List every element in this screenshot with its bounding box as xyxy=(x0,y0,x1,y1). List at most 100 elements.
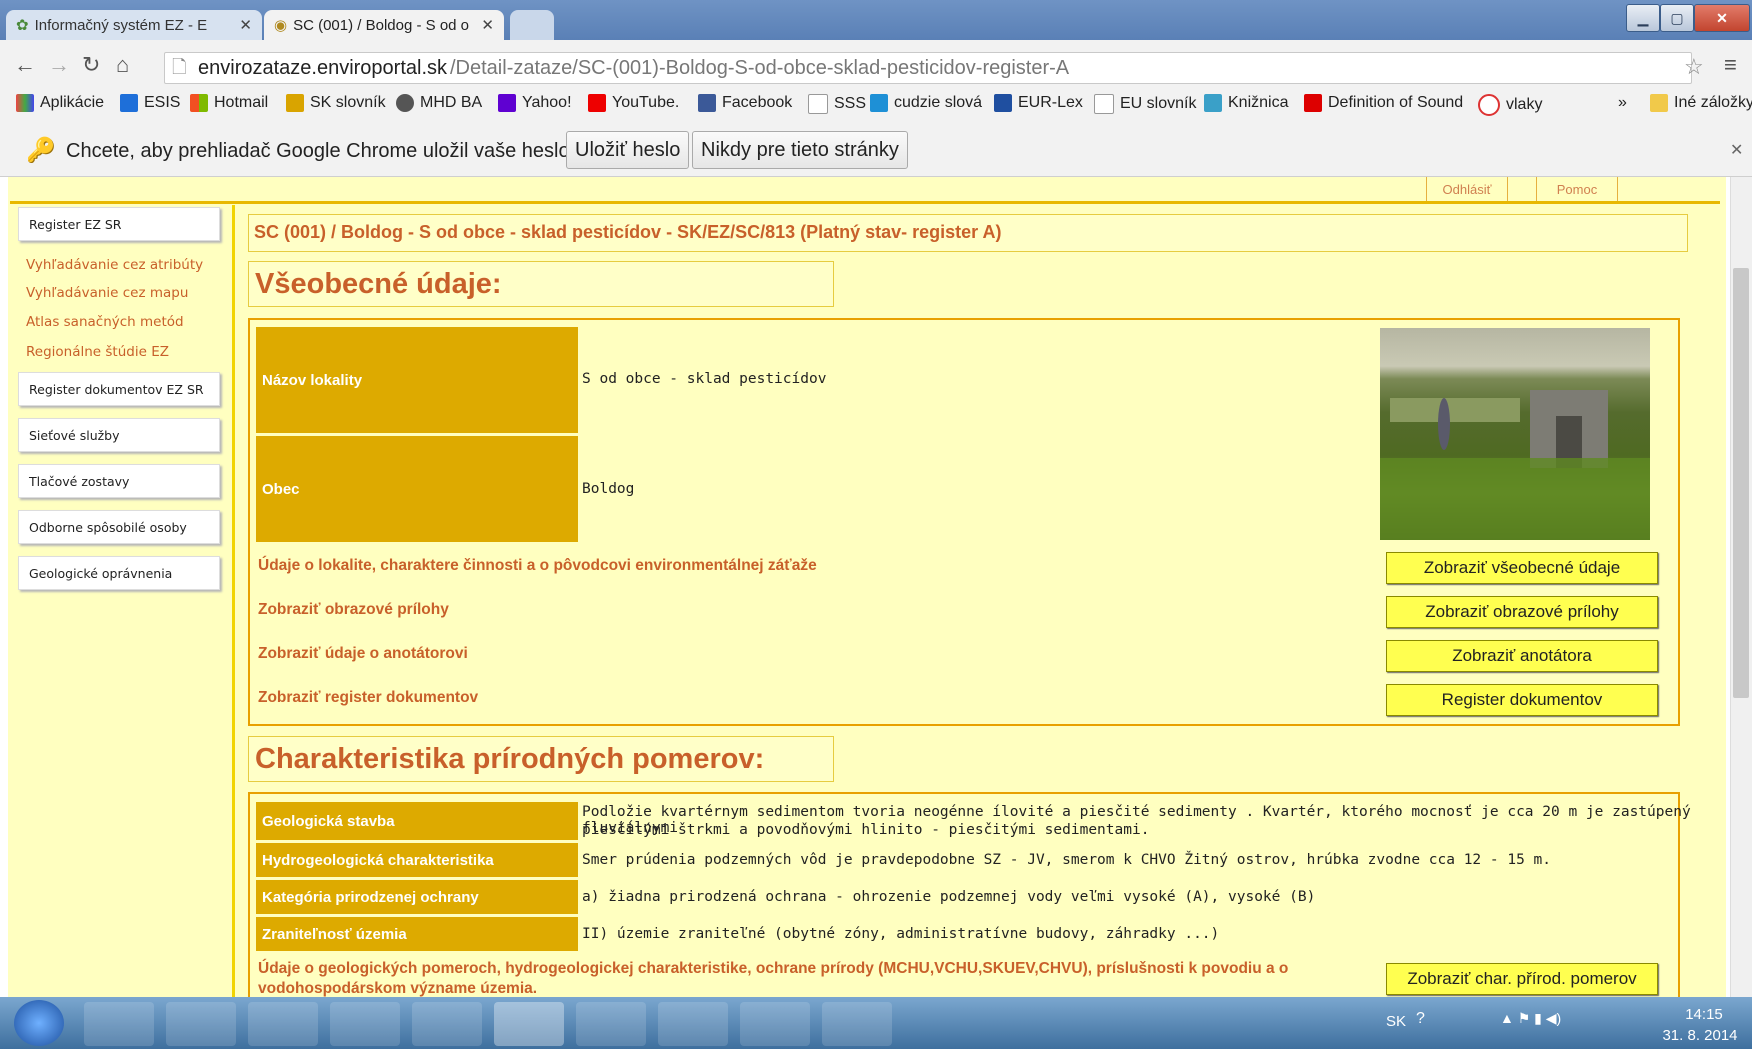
grass xyxy=(1380,458,1650,540)
home-icon[interactable]: ⌂ xyxy=(116,52,129,78)
bookmark-favicon-icon xyxy=(286,94,304,112)
bookmark-item[interactable]: Aplikácie xyxy=(16,94,104,112)
bookmark-item[interactable]: Facebook xyxy=(698,94,792,112)
logout-link[interactable]: Odhlásiť xyxy=(1426,177,1508,201)
bookmark-item[interactable]: cudzie slová xyxy=(870,94,982,112)
sidebar-item-geologicke-opravnenia[interactable]: Geologické oprávnenia xyxy=(18,556,220,590)
sidebar-link-studie[interactable]: Regionálne štúdie EZ xyxy=(26,344,169,360)
bookmark-favicon-icon xyxy=(498,94,516,112)
back-icon[interactable]: ← xyxy=(14,52,36,78)
bookmark-item[interactable]: SSS xyxy=(808,94,866,114)
taskbar-app-chrome[interactable] xyxy=(494,1002,564,1046)
taskbar-app-messenger[interactable] xyxy=(166,1002,236,1046)
bookmark-item[interactable]: ESIS xyxy=(120,94,180,112)
bookmark-favicon-icon xyxy=(1204,94,1222,112)
sidebar-link-mapa[interactable]: Vyhľadávanie cez mapu xyxy=(26,285,188,301)
bookmark-item[interactable]: YouTube. xyxy=(588,94,679,112)
folder-icon xyxy=(1650,94,1668,112)
bookmark-item[interactable]: Knižnica xyxy=(1204,94,1288,112)
apps-icon xyxy=(16,94,34,112)
value-geologicka-stavba-2: piesčitými štrkmi a povodňovými hlinito … xyxy=(582,822,1150,838)
taskbar-app-explorer[interactable] xyxy=(248,1002,318,1046)
clock-time[interactable]: 14:15 xyxy=(1668,1006,1740,1023)
url-host: envirozataze.enviroportal.sk xyxy=(198,57,448,79)
close-infobar-icon[interactable]: ✕ xyxy=(1730,140,1743,160)
link-register-dokumentov[interactable]: Zobraziť register dokumentov xyxy=(258,689,478,707)
locality-photo[interactable] xyxy=(1380,328,1650,540)
page-icon xyxy=(1094,94,1114,114)
label-geologicka-stavba: Geologická stavba xyxy=(256,802,578,840)
save-password-button[interactable]: Uložiť heslo xyxy=(566,131,690,169)
section-title-nature: Charakteristika prírodných pomerov: xyxy=(248,736,834,782)
bookmark-item[interactable]: EUR-Lex xyxy=(994,94,1083,112)
label-nazov-lokality: Názov lokality xyxy=(256,327,578,433)
link-geologicke-pomery-2[interactable]: vodohospodárskom význame územia. xyxy=(258,980,537,998)
taskbar-app-viber[interactable] xyxy=(576,1002,646,1046)
bookmark-item[interactable]: Definition of Sound xyxy=(1304,94,1463,112)
bookmark-favicon-icon xyxy=(396,94,414,112)
minimize-button[interactable]: ▁ xyxy=(1626,4,1660,32)
menu-icon[interactable]: ≡ xyxy=(1724,52,1737,78)
tab-informacny-system[interactable]: ✿ Informačný systém EZ - E ✕ xyxy=(6,10,262,40)
never-save-button[interactable]: Nikdy pre tieto stránky xyxy=(692,131,908,169)
bookmark-item[interactable]: Yahoo! xyxy=(498,94,572,112)
label-hydrogeologicka: Hydrogeologická charakteristika xyxy=(256,843,578,877)
label-obec: Obec xyxy=(256,436,578,542)
maximize-button[interactable]: ▢ xyxy=(1660,4,1694,32)
taskbar-app-media[interactable] xyxy=(84,1002,154,1046)
bookmark-favicon-icon xyxy=(870,94,888,112)
infobar-message: Chcete, aby prehliadač Google Chrome ulo… xyxy=(66,140,581,162)
sidebar-item-tlacove-zostavy[interactable]: Tlačové zostavy xyxy=(18,464,220,498)
bookmark-favicon-icon xyxy=(994,94,1012,112)
reload-icon[interactable]: ↻ xyxy=(82,52,100,78)
bookmarks-overflow[interactable]: » xyxy=(1618,94,1627,112)
sidebar-item-sietove-sluzby[interactable]: Sieťové služby xyxy=(18,418,220,452)
taskbar-app-firefox[interactable] xyxy=(412,1002,482,1046)
close-tab-icon[interactable]: ✕ xyxy=(481,16,494,34)
link-udaje-o-lokalite[interactable]: Údaje o lokalite, charaktere činnosti a … xyxy=(258,557,817,575)
show-general-data-button[interactable]: Zobraziť všeobecné údaje xyxy=(1386,552,1658,584)
help-link[interactable]: Pomoc xyxy=(1536,177,1618,201)
tab-title: Informačný systém EZ - E xyxy=(34,16,208,34)
page-icon xyxy=(808,94,828,114)
other-bookmarks[interactable]: Iné záložky xyxy=(1650,94,1752,112)
bookmark-star-icon[interactable]: ☆ xyxy=(1684,54,1704,80)
new-tab-button[interactable] xyxy=(510,10,554,40)
help-icon[interactable]: ? xyxy=(1416,1010,1425,1028)
url-path: /Detail-zataze/SC-(001)-Boldog-S-od-obce… xyxy=(450,57,1070,79)
link-obrazove-prilohy[interactable]: Zobraziť obrazové prílohy xyxy=(258,601,449,619)
clock-date[interactable]: 31. 8. 2014 xyxy=(1660,1027,1740,1044)
show-annotator-button[interactable]: Zobraziť anotátora xyxy=(1386,640,1658,672)
label-kategoria-ochrany: Kategória prirodzenej ochrany xyxy=(256,880,578,914)
link-anotator[interactable]: Zobraziť údaje o anotátorovi xyxy=(258,645,468,663)
person-figure xyxy=(1438,398,1450,450)
close-tab-icon[interactable]: ✕ xyxy=(239,16,252,34)
taskbar-app-recorder[interactable] xyxy=(740,1002,810,1046)
scrollbar-thumb[interactable] xyxy=(1733,268,1749,698)
sidebar-item-register-dokumentov[interactable]: Register dokumentov EZ SR xyxy=(18,372,220,406)
start-button[interactable] xyxy=(14,1000,64,1046)
sidebar-link-atlas[interactable]: Atlas sanačných metód xyxy=(26,314,184,330)
value-nazov-lokality: S od obce - sklad pesticídov xyxy=(582,371,827,387)
taskbar-app-powerpoint[interactable] xyxy=(822,1002,892,1046)
register-documents-button[interactable]: Register dokumentov xyxy=(1386,684,1658,716)
sidebar-link-atributy[interactable]: Vyhľadávanie cez atribúty xyxy=(26,257,203,273)
sidebar-item-odborne-osoby[interactable]: Odborne spôsobilé osoby xyxy=(18,510,220,544)
taskbar-app-calculator[interactable] xyxy=(658,1002,728,1046)
taskbar-app-charts[interactable] xyxy=(330,1002,400,1046)
bushes xyxy=(1390,398,1520,422)
bookmark-item[interactable]: SK slovník xyxy=(286,94,386,112)
tray-icons[interactable]: ▲ ⚑ ▮ ◀) xyxy=(1500,1010,1561,1027)
language-indicator[interactable]: SK xyxy=(1386,1013,1406,1030)
bookmark-item[interactable]: MHD BA xyxy=(396,94,482,112)
bookmark-item[interactable]: EU slovník xyxy=(1094,94,1196,114)
show-nature-button[interactable]: Zobraziť char. přírod. pomerov xyxy=(1386,963,1658,995)
tab-active-detail[interactable]: ◉ SC (001) / Boldog - S od o ✕ xyxy=(264,10,504,40)
bookmark-item[interactable]: Hotmail xyxy=(190,94,268,112)
link-geologicke-pomery-1[interactable]: Údaje o geologických pomeroch, hydrogeol… xyxy=(258,960,1288,978)
bookmark-item[interactable]: vlaky xyxy=(1478,94,1542,116)
sidebar-item-register-ez[interactable]: Register EZ SR xyxy=(18,207,220,241)
show-images-button[interactable]: Zobraziť obrazové prílohy xyxy=(1386,596,1658,628)
close-window-button[interactable]: ✕ xyxy=(1694,4,1750,32)
forward-icon[interactable]: → xyxy=(48,52,70,78)
